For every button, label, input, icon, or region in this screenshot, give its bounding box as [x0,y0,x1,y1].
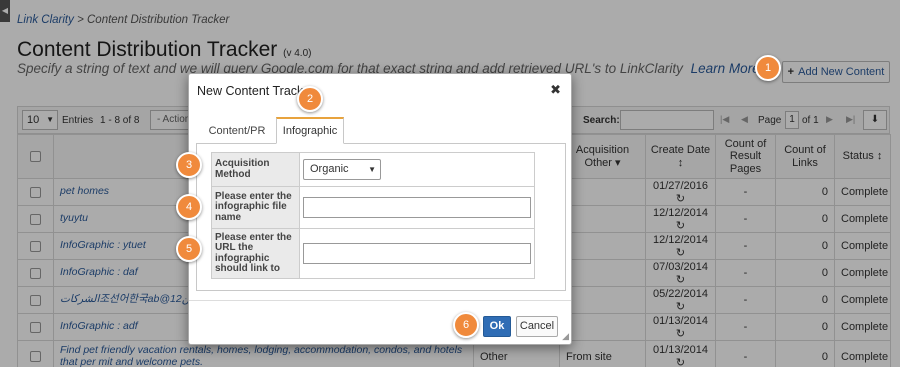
tab-infographic[interactable]: Infographic [276,117,344,144]
file-name-cell [299,186,535,229]
resize-grip-icon[interactable]: ◢ [562,331,569,342]
file-name-label: Please enter the infographic file name [211,186,300,229]
step-badge-5: 5 [176,236,202,262]
infographic-form: Acquisition Method Organic ▼ Please ente… [211,152,535,279]
infographic-file-name-input[interactable] [303,197,531,218]
tab-content-pr[interactable]: Content/PR [199,119,275,144]
step-badge-4: 4 [176,194,202,220]
acquisition-method-label: Acquisition Method [211,152,300,187]
acquisition-method-select[interactable]: Organic ▼ [303,159,381,180]
dialog-title: New Content Track [197,84,304,98]
acquisition-method-cell: Organic ▼ [299,152,535,187]
acquisition-method-value: Organic [310,163,349,175]
step-badge-1: 1 [755,55,781,81]
link-url-label: Please enter the URL the infographic sho… [211,228,300,279]
link-url-cell [299,228,535,279]
cancel-button[interactable]: Cancel [516,316,558,337]
step-badge-6: 6 [453,312,479,338]
form-row-acquisition-method: Acquisition Method Organic ▼ [211,152,535,187]
dialog-footer-divider [189,300,571,301]
caret-down-icon: ▼ [368,165,376,174]
step-badge-2: 2 [297,86,323,112]
form-row-link-url: Please enter the URL the infographic sho… [211,228,535,279]
new-content-track-dialog: New Content Track ✖ Content/PR Infograph… [188,73,572,345]
ok-button[interactable]: Ok [483,316,511,337]
infographic-tab-panel: Acquisition Method Organic ▼ Please ente… [196,143,566,291]
infographic-link-url-input[interactable] [303,243,531,264]
close-icon[interactable]: ✖ [550,82,561,98]
step-badge-3: 3 [176,152,202,178]
form-row-file-name: Please enter the infographic file name [211,186,535,229]
